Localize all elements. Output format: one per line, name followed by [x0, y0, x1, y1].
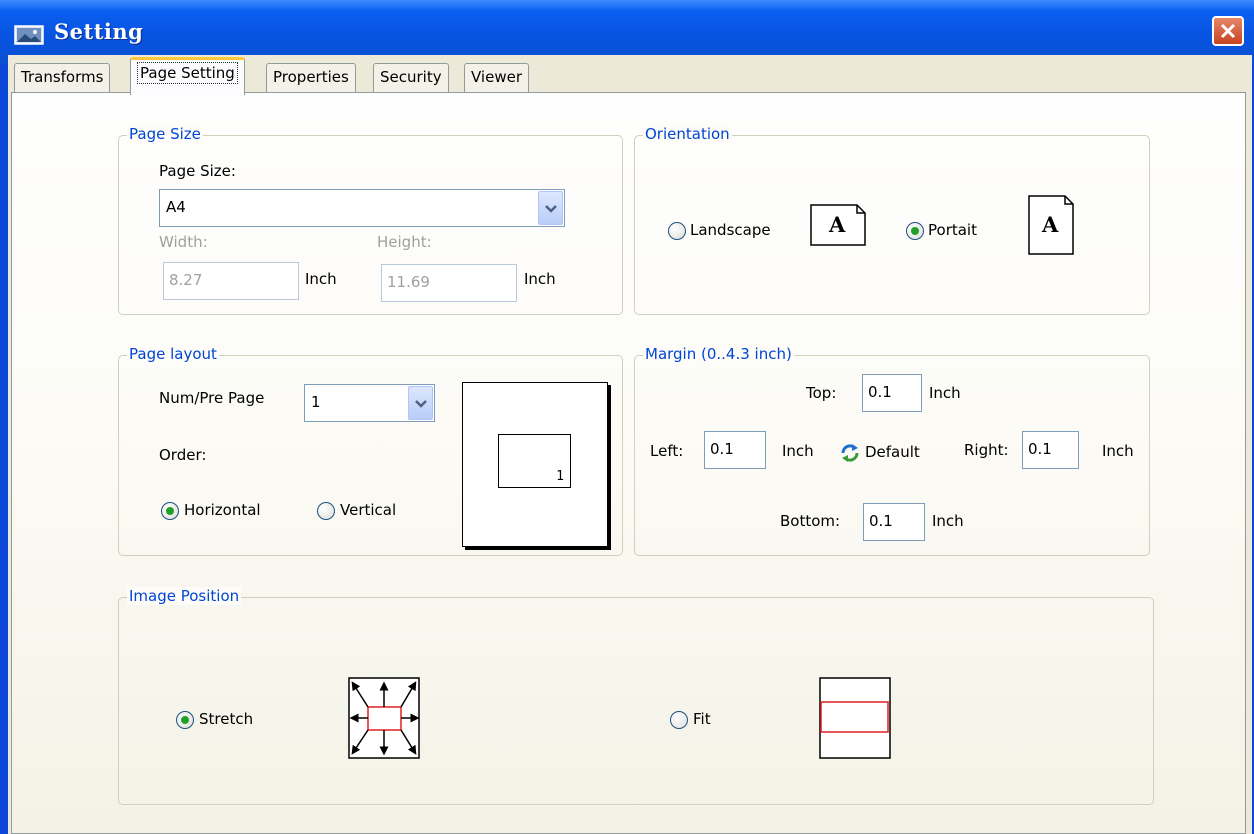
- top-margin-input[interactable]: 0.1: [862, 374, 922, 412]
- num-per-page-label: Num/Pre Page: [159, 389, 265, 407]
- tab-transforms[interactable]: Transforms: [14, 63, 111, 93]
- left-margin-label: Left:: [650, 442, 684, 460]
- tab-page-setting[interactable]: Page Setting: [130, 57, 245, 95]
- chevron-down-icon: [545, 205, 557, 213]
- bottom-margin-label: Bottom:: [780, 512, 841, 530]
- layout-preview-number: 1: [556, 469, 564, 484]
- page-layout-group-title: Page layout: [127, 345, 219, 363]
- portrait-label[interactable]: Portait: [928, 221, 977, 239]
- stretch-radio[interactable]: [176, 711, 194, 729]
- width-label: Width:: [159, 233, 208, 251]
- close-icon: [1220, 23, 1236, 39]
- page-size-dropdown-button[interactable]: [538, 191, 563, 225]
- height-unit-label: Inch: [524, 270, 556, 288]
- orientation-group-title: Orientation: [643, 125, 732, 143]
- fit-radio[interactable]: [670, 711, 688, 729]
- landscape-label[interactable]: Landscape: [690, 221, 771, 239]
- tab-properties[interactable]: Properties: [266, 63, 356, 93]
- page-size-selected-value: A4: [166, 198, 186, 216]
- bottom-margin-unit: Inch: [932, 512, 964, 530]
- default-button-label: Default: [865, 443, 920, 461]
- horizontal-radio[interactable]: [161, 502, 179, 520]
- width-input[interactable]: 8.27: [163, 262, 299, 300]
- window-app-icon: [14, 25, 44, 45]
- page-size-label: Page Size:: [159, 162, 236, 180]
- stretch-label[interactable]: Stretch: [199, 710, 253, 728]
- right-margin-unit: Inch: [1102, 442, 1134, 460]
- page-layout-preview: 1: [462, 382, 608, 547]
- page-layout-group: Page layout Num/Pre Page 1 Order: Horizo…: [118, 345, 623, 556]
- landscape-radio[interactable]: [668, 222, 686, 240]
- width-unit-label: Inch: [305, 270, 337, 288]
- order-label: Order:: [159, 446, 207, 464]
- image-position-group-title: Image Position: [127, 587, 242, 605]
- portrait-radio[interactable]: [906, 222, 924, 240]
- page-size-group: Page Size Page Size: A4 Width: 8.27 Inch…: [118, 125, 623, 315]
- vertical-label[interactable]: Vertical: [340, 501, 396, 519]
- refresh-default-icon: [841, 444, 859, 462]
- close-button[interactable]: [1212, 16, 1244, 46]
- window-title: Setting: [54, 19, 144, 44]
- num-per-page-dropdown-button[interactable]: [408, 386, 433, 420]
- tab-security[interactable]: Security: [373, 63, 449, 93]
- left-margin-unit: Inch: [782, 442, 814, 460]
- landscape-preview-letter: A: [829, 212, 846, 237]
- layout-preview-cell: 1: [498, 434, 571, 488]
- right-margin-input[interactable]: 0.1: [1022, 431, 1079, 469]
- portrait-preview-letter: A: [1042, 212, 1059, 237]
- page-size-group-title: Page Size: [127, 125, 203, 143]
- page-size-select[interactable]: A4: [159, 189, 565, 227]
- top-margin-label: Top:: [806, 384, 837, 402]
- top-margin-unit: Inch: [929, 384, 961, 402]
- vertical-radio[interactable]: [317, 502, 335, 520]
- bottom-margin-input[interactable]: 0.1: [863, 503, 925, 541]
- margin-group-title: Margin (0..4.3 inch): [643, 345, 794, 363]
- right-margin-label: Right:: [964, 441, 1009, 459]
- page-setting-panel: Page Size Page Size: A4 Width: 8.27 Inch…: [11, 92, 1246, 834]
- fit-label[interactable]: Fit: [693, 710, 711, 728]
- tab-viewer[interactable]: Viewer: [464, 63, 529, 93]
- left-margin-input[interactable]: 0.1: [704, 431, 766, 469]
- height-label: Height:: [377, 233, 432, 251]
- orientation-group: Orientation Landscape A Portait A: [634, 125, 1150, 315]
- horizontal-label[interactable]: Horizontal: [184, 501, 261, 519]
- stretch-arrows-icon: [348, 677, 420, 759]
- num-per-page-select[interactable]: 1: [304, 384, 435, 422]
- chevron-down-icon: [415, 400, 427, 408]
- fit-preview-icon: [819, 677, 891, 759]
- image-position-group: Image Position Stretch Fit: [118, 587, 1154, 805]
- margin-group: Margin (0..4.3 inch) Top: 0.1 Inch Left:…: [634, 345, 1150, 556]
- height-input[interactable]: 11.69: [381, 264, 517, 302]
- num-per-page-value: 1: [311, 393, 321, 411]
